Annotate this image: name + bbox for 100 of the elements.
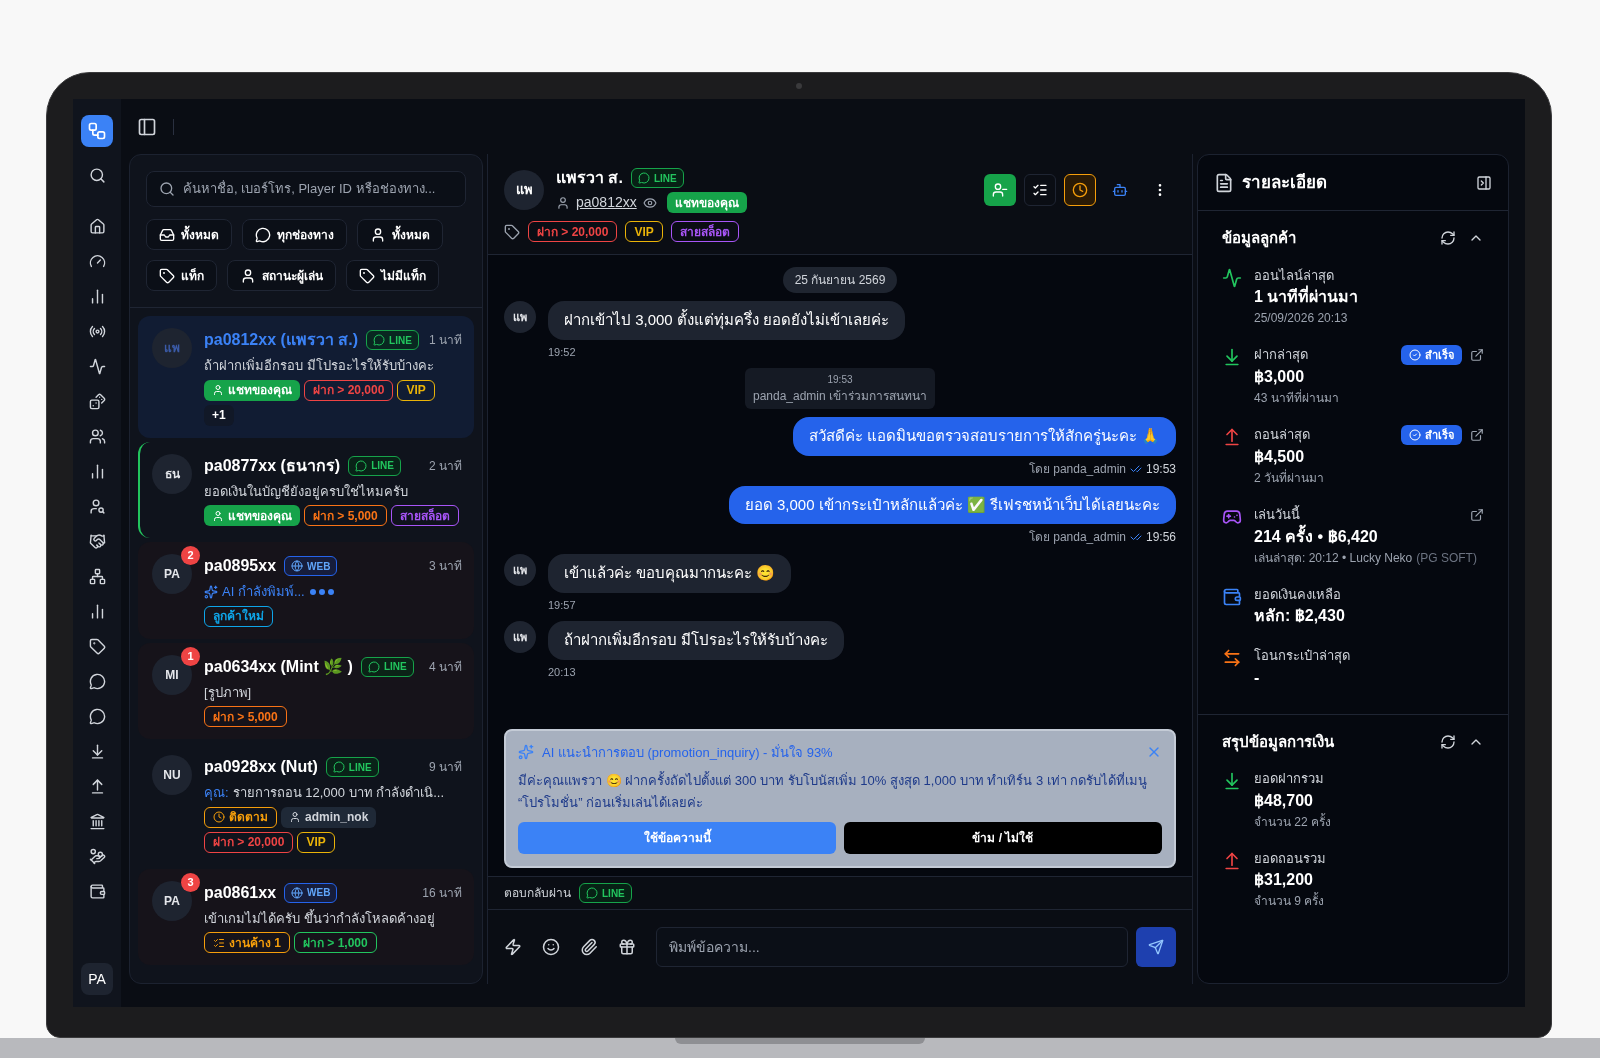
handshake-icon[interactable] [88, 533, 106, 550]
reply-via-label: ตอบกลับผ่าน [504, 885, 571, 902]
username-link[interactable]: pa0812xx [576, 192, 637, 213]
network-icon[interactable] [88, 568, 106, 585]
dice-icon[interactable] [88, 393, 106, 410]
send-button[interactable] [1136, 927, 1176, 967]
contact-name: pa0812xx (แพรวา ส.) [204, 330, 359, 350]
home-icon[interactable] [88, 218, 106, 235]
message-preview: รายการถอน 12,000 บาท กำลังดำเนิ... [232, 784, 445, 802]
follow-up-button[interactable] [1064, 173, 1096, 206]
logo-icon [87, 121, 107, 141]
tag-icon[interactable] [88, 638, 106, 655]
conversation-item[interactable]: ธน pa0877xx (ธนากร) LINE 2 นาที ยอดเงินในบัญชียังอยู่ครบใช่ไหมครับ แชทของคุณ ฝาก > 5,000 สายสล็อต [138, 441, 474, 538]
read-check-icon [1129, 531, 1142, 543]
filter-button[interactable]: ทุกช่องทาง [242, 219, 347, 250]
user-search-icon[interactable] [88, 498, 106, 515]
admin-tag: admin_nok [281, 806, 377, 828]
broadcast-icon[interactable] [88, 323, 106, 340]
search-icon[interactable] [88, 167, 106, 184]
pulse-icon[interactable] [88, 358, 106, 375]
contact-name: แพรวา ส. [556, 168, 623, 188]
status-badge: สำเร็จ [1401, 425, 1462, 445]
attachment-icon[interactable] [580, 938, 598, 956]
sparkles-icon [518, 744, 534, 761]
field-value: ฿3,000 [1254, 367, 1306, 387]
chat-icon[interactable] [88, 708, 106, 725]
avatar: แพ [504, 621, 536, 653]
message-preview: ถ้าฝากเพิ่มอีกรอบ มีโปรอะไรให้รับบ้างคะ [204, 356, 434, 375]
field-label: ออนไลน์ล่าสุด [1254, 266, 1334, 285]
message-input[interactable]: พิมพ์ข้อความ... [656, 927, 1128, 967]
upload-icon [1222, 850, 1242, 871]
avatar: แพ [504, 169, 544, 210]
filter-button[interactable]: ทั้งหมด [357, 219, 443, 250]
gift-icon[interactable] [618, 938, 636, 956]
external-link-icon[interactable] [1470, 507, 1484, 522]
incoming-message: ถ้าฝากเพิ่มอีกรอบ มีโปรอะไรให้รับบ้างคะ [548, 621, 845, 660]
lightning-icon[interactable] [504, 938, 522, 956]
filter-button[interactable]: ไม่มีแท็ก [346, 260, 439, 291]
tag-icon [359, 267, 375, 284]
avatar: NU [152, 755, 192, 795]
field-value: หลัก: ฿2,430 [1254, 606, 1346, 626]
refresh-icon[interactable] [1440, 733, 1456, 750]
unassign-button[interactable] [984, 173, 1016, 206]
conversation-item[interactable]: PA 3 pa0861xx WEB 16 นาที เข้าเกมไม่ได้ครับ ขึ้นว่ากำลังโหลดค้างอยู่ งานค้าง 1 ฝาก > 1,000 [138, 868, 474, 965]
assigned-tag: แชทของคุณ [204, 505, 300, 526]
assigned-tag: แชทของคุณ [204, 379, 300, 401]
users-icon[interactable] [88, 428, 106, 445]
tag: ฝาก > 5,000 [204, 706, 287, 727]
bank-icon[interactable] [88, 813, 106, 830]
message-time: 2 นาที [429, 457, 462, 475]
tag: ลูกค้าใหม่ [204, 605, 273, 627]
tag-icon [504, 223, 520, 240]
download-icon [1222, 347, 1242, 367]
wallet-icon[interactable] [88, 883, 106, 900]
user-avatar[interactable]: PA [81, 963, 113, 995]
message-time: 1 นาที [429, 332, 462, 349]
message-time: 20:13 [548, 664, 576, 680]
conversation-item[interactable]: PA 2 pa0895xx WEB 3 นาที AI กำลังพิมพ์... ลูกค้าใหม่ [138, 542, 474, 639]
external-link-icon[interactable] [1470, 348, 1484, 362]
use-suggestion-button[interactable]: ใช้ข้อความนี้ [518, 822, 836, 854]
tag-icon [159, 267, 175, 284]
notice-text: panda_admin เข้าร่วมการสนทนา [752, 388, 928, 405]
chat-icon[interactable] [88, 673, 106, 690]
filter-button[interactable]: ทั้งหมด [146, 219, 232, 250]
hand-coins-icon[interactable] [88, 848, 106, 865]
filter-button[interactable]: แท็ก [146, 260, 217, 291]
incoming-message: เข้าแล้วค่ะ ขอบคุณมากนะคะ 😊 [548, 554, 792, 593]
chat-icon [255, 226, 271, 243]
field-label: โอนกระเป๋าล่าสุด [1254, 647, 1350, 666]
checklist-button[interactable] [1024, 173, 1056, 206]
conversation-item[interactable]: NU pa0928xx (Nut) LINE 9 นาที คุณ: รายการถอน 12,000 บาท กำลังดำเนิ... ติดตาม admin_nok ฝาก > 20,000 VIP [138, 743, 474, 865]
field-note: (PG SOFT) [1416, 549, 1477, 567]
panel-title: รายละเอียด [1242, 171, 1327, 194]
tag: VIP [625, 221, 663, 242]
tag: VIP [397, 379, 435, 401]
tag: สายสล็อต [390, 505, 459, 526]
contact-name: pa0861xx [204, 882, 277, 903]
channel-badge: LINE [366, 330, 419, 350]
search-field[interactable]: ค้นหาชื่อ, เบอร์โทร, Player ID หรือช่องทาง... [146, 171, 466, 207]
external-link-icon[interactable] [1470, 428, 1484, 442]
chat-bubble-icon [355, 459, 368, 472]
avatar: ธน [152, 453, 192, 494]
conversation-item[interactable]: แพ pa0812xx (แพรวา ส.) LINE 1 นาที ถ้าฝากเพิ่มอีกรอบ มีโปรอะไรให้รับบ้างคะ แชทของคุณ ฝาก > 20,000 VIP +1 [138, 316, 474, 438]
collapse-panel-icon[interactable] [1476, 174, 1492, 191]
gauge-icon[interactable] [88, 253, 106, 270]
sidebar-toggle-icon[interactable] [137, 116, 157, 137]
tag: ฝาก > 20,000 [204, 831, 294, 853]
wallet-icon [1222, 586, 1242, 607]
field-value: 1 นาทีที่ผ่านมา [1254, 285, 1484, 309]
message-preview: ยอดเงินในบัญชียังอยู่ครบใช่ไหมครับ [204, 482, 408, 501]
logo-button[interactable] [81, 115, 113, 147]
skip-button[interactable]: ข้าม / ไม่ใช้ [844, 822, 1162, 854]
conversation-item[interactable]: MI 1 pa0634xx (Mint 🌿 ) LINE 4 นาที [รูปภาพ] ฝาก > 5,000 [138, 642, 474, 739]
refresh-icon[interactable] [1440, 230, 1456, 247]
message-time: 19:53 [1145, 460, 1176, 478]
filter-button[interactable]: สถานะผู้เล่น [227, 260, 336, 291]
channel-badge: LINE [325, 757, 379, 777]
globe-icon [291, 886, 304, 899]
eye-icon[interactable] [642, 195, 657, 210]
emoji-icon[interactable] [542, 938, 560, 956]
